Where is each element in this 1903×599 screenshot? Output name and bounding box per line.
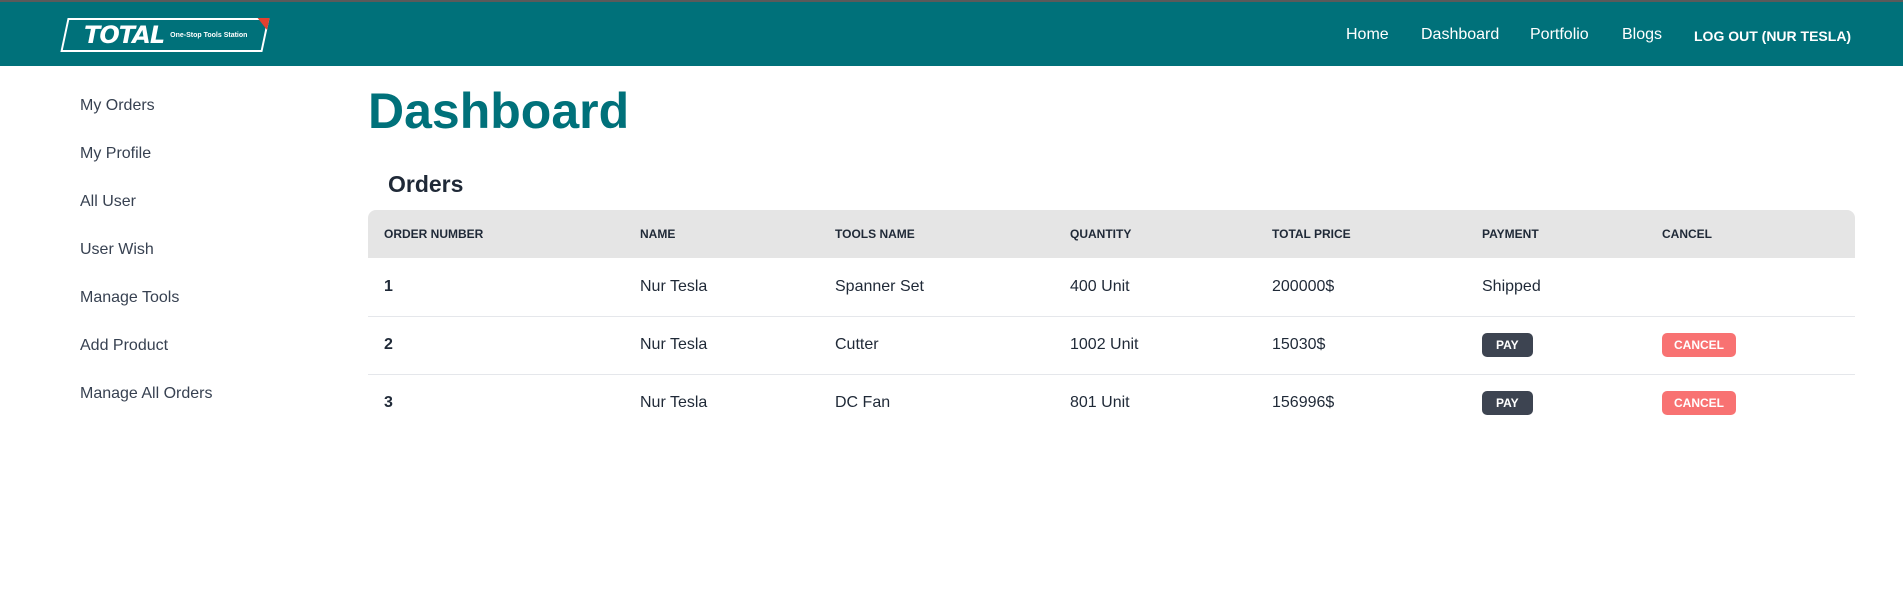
cell-cancel-empty bbox=[1646, 258, 1855, 317]
pay-button[interactable]: PAY bbox=[1482, 333, 1533, 357]
table-row: 1 Nur Tesla Spanner Set 400 Unit 200000$… bbox=[368, 258, 1855, 317]
cell-name: Nur Tesla bbox=[640, 394, 708, 412]
cell-name: Nur Tesla bbox=[624, 258, 819, 317]
cell-total-price: 200000$ bbox=[1256, 258, 1466, 317]
cell-quantity: 801 Unit bbox=[1070, 394, 1130, 412]
sidebar-item-manage-all-orders[interactable]: Manage All Orders bbox=[80, 384, 340, 432]
sidebar-item-manage-tools[interactable]: Manage Tools bbox=[80, 288, 340, 336]
header-total-price: TOTAL PRICE bbox=[1256, 210, 1466, 258]
header-tools-name: TOOLS NAME bbox=[819, 210, 1054, 258]
logo-tagline: One-Stop Tools Station bbox=[170, 31, 248, 39]
cell-total-price: 15030$ bbox=[1256, 316, 1466, 375]
orders-table: ORDER NUMBER NAME TOOLS NAME QUANTITY TO… bbox=[368, 210, 1855, 432]
logo-flag-icon bbox=[255, 18, 270, 30]
sidebar-item-all-user[interactable]: All User bbox=[80, 192, 340, 240]
pay-button[interactable]: PAY bbox=[1482, 391, 1533, 416]
cell-payment-status: Shipped bbox=[1466, 258, 1646, 317]
cell-order-number: 3 bbox=[384, 394, 393, 412]
cell-payment: PAY bbox=[1466, 374, 1646, 432]
cell-quantity: 400 Unit bbox=[1054, 258, 1256, 317]
top-navbar: TOTAL One-Stop Tools Station Home Dashbo… bbox=[0, 0, 1903, 66]
header-payment: PAYMENT bbox=[1466, 210, 1646, 258]
brand-logo[interactable]: TOTAL One-Stop Tools Station bbox=[60, 18, 270, 52]
sidebar-item-my-orders[interactable]: My Orders bbox=[80, 96, 340, 144]
header-cancel: CANCEL bbox=[1646, 210, 1855, 258]
nav-dashboard-link[interactable]: Dashboard bbox=[1421, 26, 1499, 44]
header-order-number: ORDER NUMBER bbox=[368, 210, 624, 258]
nav-portfolio-link[interactable]: Portfolio bbox=[1530, 26, 1589, 44]
cell-cancel: CANCEL bbox=[1646, 374, 1855, 432]
logout-button[interactable]: LOG OUT (NUR TESLA) bbox=[1694, 28, 1851, 44]
page-title: Dashboard bbox=[368, 83, 630, 139]
header-name: NAME bbox=[624, 210, 819, 258]
table-row: 2 Nur Tesla Cutter 1002 Unit 15030$ PAY … bbox=[368, 316, 1855, 375]
cell-name: Nur Tesla bbox=[624, 316, 819, 375]
orders-section-title: Orders bbox=[388, 171, 464, 197]
nav-home-link[interactable]: Home bbox=[1346, 26, 1389, 44]
header-quantity: QUANTITY bbox=[1054, 210, 1256, 258]
sidebar-item-add-product[interactable]: Add Product bbox=[80, 336, 340, 384]
cell-payment: PAY bbox=[1466, 316, 1646, 375]
orders-table-container: ORDER NUMBER NAME TOOLS NAME QUANTITY TO… bbox=[368, 210, 1855, 432]
cell-cancel: CANCEL bbox=[1646, 316, 1855, 375]
cancel-order-button[interactable]: CANCEL bbox=[1662, 391, 1736, 416]
table-row: 3 Nur Tesla DC Fan 801 Unit 156996$ PAY … bbox=[368, 374, 1855, 432]
logo-wordmark: TOTAL bbox=[84, 21, 165, 49]
cell-order-number: 1 bbox=[368, 258, 624, 317]
cell-tools-name: Cutter bbox=[819, 316, 1054, 375]
sidebar-item-user-wish[interactable]: User Wish bbox=[80, 240, 340, 288]
cell-order-number: 2 bbox=[368, 316, 624, 375]
dashboard-sidebar: My Orders My Profile All User User Wish … bbox=[80, 96, 340, 432]
table-header: ORDER NUMBER NAME TOOLS NAME QUANTITY TO… bbox=[368, 210, 1855, 258]
cell-tools-name: Spanner Set bbox=[819, 258, 1054, 317]
cell-quantity: 1002 Unit bbox=[1054, 316, 1256, 375]
cell-tools-name: DC Fan bbox=[835, 394, 891, 412]
sidebar-item-my-profile[interactable]: My Profile bbox=[80, 144, 340, 192]
cell-total-price: 156996$ bbox=[1272, 394, 1335, 412]
cancel-order-button[interactable]: CANCEL bbox=[1662, 333, 1736, 357]
nav-blogs-link[interactable]: Blogs bbox=[1622, 26, 1662, 44]
